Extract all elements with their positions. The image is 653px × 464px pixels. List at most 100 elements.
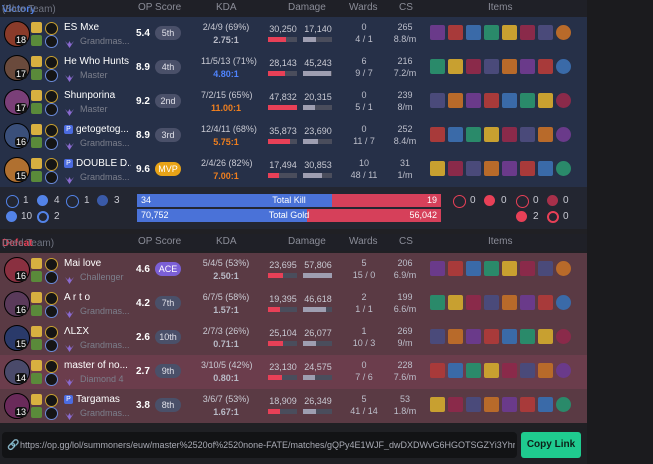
trinket-icon[interactable] bbox=[556, 363, 571, 378]
item-icon[interactable] bbox=[448, 127, 463, 142]
item-icon[interactable] bbox=[448, 25, 463, 40]
player-row[interactable]: 14 master of no... Diamond 4 2.7 9th 3/10/5 (… bbox=[0, 355, 587, 389]
player-row[interactable]: 16 Mai love Challenger 4.6 ACE 5/4/5 (53%) 2.5… bbox=[0, 253, 587, 287]
player-row[interactable]: 16 A r t o Grandmas... 4.2 7th 6/7/5 (58%) 1.5… bbox=[0, 287, 587, 321]
player-row[interactable]: 17 He Who Hunts Master 8.9 4th 11/5/13 (71%) 4… bbox=[0, 51, 587, 85]
item-icon[interactable] bbox=[448, 329, 463, 344]
item-icon[interactable] bbox=[520, 127, 535, 142]
item-icon[interactable] bbox=[466, 161, 481, 176]
item-icon[interactable] bbox=[538, 363, 553, 378]
item-icon[interactable] bbox=[448, 397, 463, 412]
item-icon[interactable] bbox=[448, 93, 463, 108]
trinket-icon[interactable] bbox=[556, 59, 571, 74]
trinket-icon[interactable] bbox=[556, 295, 571, 310]
player-name[interactable]: Mai love bbox=[64, 258, 129, 269]
item-icon[interactable] bbox=[538, 295, 553, 310]
item-icon[interactable] bbox=[430, 397, 445, 412]
item-icon[interactable] bbox=[520, 295, 535, 310]
player-row[interactable]: 17 Shunporina Master 9.2 2nd 7/2/15 (65%) 11.0… bbox=[0, 85, 587, 119]
item-icon[interactable] bbox=[430, 161, 445, 176]
item-icon[interactable] bbox=[466, 59, 481, 74]
player-row[interactable]: 15 ΛLΣX Grandmas... 2.6 10th 2/7/3 (26%) 0.71:… bbox=[0, 321, 587, 355]
item-icon[interactable] bbox=[520, 397, 535, 412]
item-icon[interactable] bbox=[520, 25, 535, 40]
item-icon[interactable] bbox=[538, 329, 553, 344]
item-icon[interactable] bbox=[484, 363, 499, 378]
item-icon[interactable] bbox=[538, 59, 553, 74]
item-icon[interactable] bbox=[502, 93, 517, 108]
item-icon[interactable] bbox=[430, 295, 445, 310]
item-icon[interactable] bbox=[502, 261, 517, 276]
item-icon[interactable] bbox=[484, 59, 499, 74]
item-icon[interactable] bbox=[466, 25, 481, 40]
trinket-icon[interactable] bbox=[556, 161, 571, 176]
item-icon[interactable] bbox=[502, 363, 517, 378]
item-icon[interactable] bbox=[466, 93, 481, 108]
item-icon[interactable] bbox=[502, 25, 517, 40]
player-name[interactable]: ΛLΣX bbox=[64, 326, 129, 337]
player-name[interactable]: A r t o bbox=[64, 292, 129, 303]
player-name[interactable]: DOUBLE D... bbox=[76, 158, 131, 169]
item-icon[interactable] bbox=[538, 25, 553, 40]
item-icon[interactable] bbox=[466, 261, 481, 276]
player-name[interactable]: getogetog... bbox=[76, 124, 131, 135]
item-icon[interactable] bbox=[448, 261, 463, 276]
item-icon[interactable] bbox=[538, 261, 553, 276]
player-row[interactable]: 15 P DOUBLE D... Grandmas... 9.6 MVP 2/4/26 (8… bbox=[0, 153, 587, 187]
item-icon[interactable] bbox=[484, 261, 499, 276]
share-url-field[interactable]: 🔗 https://op.gg/lol/summoners/euw/master… bbox=[2, 432, 517, 458]
item-icon[interactable] bbox=[520, 329, 535, 344]
item-icon[interactable] bbox=[520, 161, 535, 176]
item-icon[interactable] bbox=[538, 127, 553, 142]
item-icon[interactable] bbox=[448, 363, 463, 378]
item-icon[interactable] bbox=[538, 161, 553, 176]
item-icon[interactable] bbox=[430, 127, 445, 142]
item-icon[interactable] bbox=[520, 93, 535, 108]
item-icon[interactable] bbox=[502, 295, 517, 310]
item-icon[interactable] bbox=[484, 329, 499, 344]
item-icon[interactable] bbox=[502, 127, 517, 142]
item-icon[interactable] bbox=[520, 261, 535, 276]
item-icon[interactable] bbox=[430, 329, 445, 344]
trinket-icon[interactable] bbox=[556, 127, 571, 142]
item-icon[interactable] bbox=[538, 397, 553, 412]
item-icon[interactable] bbox=[484, 127, 499, 142]
trinket-icon[interactable] bbox=[556, 329, 571, 344]
trinket-icon[interactable] bbox=[556, 261, 571, 276]
trinket-icon[interactable] bbox=[556, 397, 571, 412]
player-name[interactable]: Targamas bbox=[76, 394, 131, 405]
item-icon[interactable] bbox=[484, 161, 499, 176]
item-icon[interactable] bbox=[466, 127, 481, 142]
item-icon[interactable] bbox=[538, 93, 553, 108]
item-icon[interactable] bbox=[484, 295, 499, 310]
item-icon[interactable] bbox=[466, 329, 481, 344]
item-icon[interactable] bbox=[520, 363, 535, 378]
trinket-icon[interactable] bbox=[556, 25, 571, 40]
item-icon[interactable] bbox=[448, 59, 463, 74]
trinket-icon[interactable] bbox=[556, 93, 571, 108]
item-icon[interactable] bbox=[502, 161, 517, 176]
item-icon[interactable] bbox=[502, 397, 517, 412]
player-name[interactable]: He Who Hunts bbox=[64, 56, 129, 67]
item-icon[interactable] bbox=[520, 59, 535, 74]
item-icon[interactable] bbox=[448, 295, 463, 310]
item-icon[interactable] bbox=[466, 397, 481, 412]
item-icon[interactable] bbox=[430, 59, 445, 74]
item-icon[interactable] bbox=[466, 363, 481, 378]
item-icon[interactable] bbox=[430, 261, 445, 276]
copy-link-button[interactable]: Copy Link bbox=[521, 432, 581, 458]
item-icon[interactable] bbox=[430, 363, 445, 378]
item-icon[interactable] bbox=[430, 93, 445, 108]
item-icon[interactable] bbox=[484, 397, 499, 412]
item-icon[interactable] bbox=[502, 59, 517, 74]
player-row[interactable]: 16 Pgetogetog... Grandmas... 8.9 3rd 12/4/11 … bbox=[0, 119, 587, 153]
player-row[interactable]: 13 P Targamas Grandmas... 3.8 8th 3/6/7 (53%) 1… bbox=[0, 389, 587, 423]
item-icon[interactable] bbox=[448, 161, 463, 176]
player-row[interactable]: 18 ES Mxe Grandmas... 5.4 5th 2/4/9 (69%) 2.75… bbox=[0, 17, 587, 51]
item-icon[interactable] bbox=[484, 93, 499, 108]
player-name[interactable]: master of no... bbox=[64, 360, 129, 371]
item-icon[interactable] bbox=[502, 329, 517, 344]
player-name[interactable]: ES Mxe bbox=[64, 22, 129, 33]
item-icon[interactable] bbox=[484, 25, 499, 40]
item-icon[interactable] bbox=[466, 295, 481, 310]
